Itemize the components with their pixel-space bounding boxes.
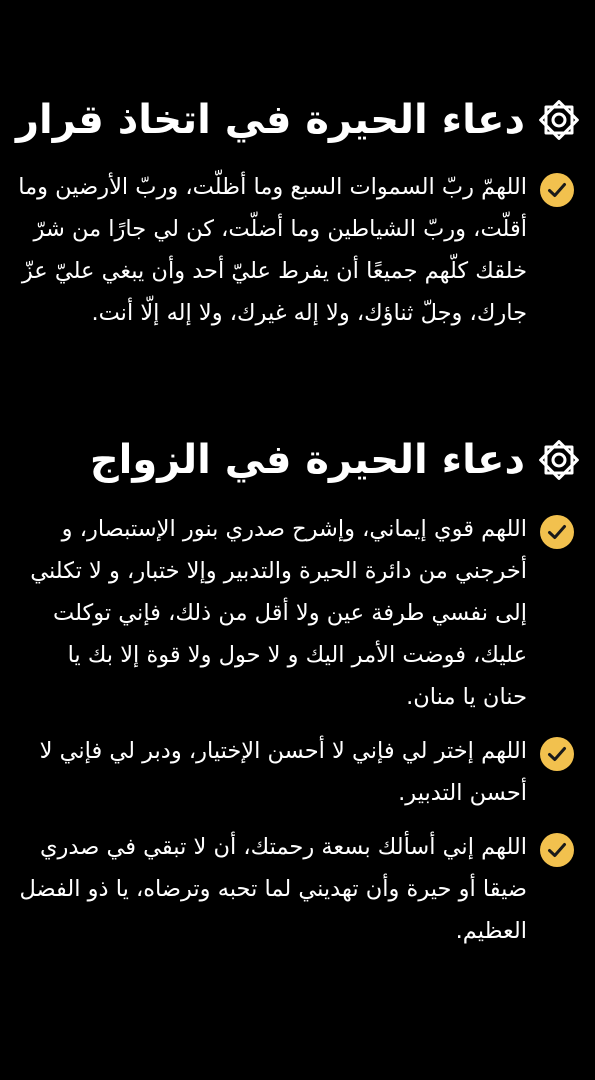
check-circle-icon — [540, 737, 574, 771]
list-item: اللهم إني أسألك بسعة رحمتك، أن لا تبقي ف… — [18, 826, 575, 952]
prayer-text: اللهم إختر لي فإني لا أحسن الإختيار، ودب… — [39, 738, 527, 806]
section-heading: دعاء الحيرة في اتخاذ قرار — [16, 88, 583, 152]
list-item: اللهم قوي إيماني، وإشرح صدري بنور الإستب… — [18, 508, 575, 718]
list-item: اللهم إختر لي فإني لا أحسن الإختيار، ودب… — [18, 730, 575, 814]
prayer-text: اللهم إني أسألك بسعة رحمتك، أن لا تبقي ف… — [19, 834, 527, 944]
section-heading: دعاء الحيرة في الزواج — [90, 428, 583, 492]
check-circle-icon — [540, 173, 574, 207]
check-circle-icon — [540, 515, 574, 549]
section-title: دعاء الحيرة في الزواج — [89, 437, 525, 483]
ornament-star-icon — [539, 100, 579, 140]
check-circle-icon — [540, 833, 574, 867]
prayer-text: اللهمّ ربّ السموات السبع وما أظلّت، وربّ… — [18, 174, 527, 326]
prayer-text: اللهم قوي إيماني، وإشرح صدري بنور الإستب… — [30, 516, 527, 710]
section-title: دعاء الحيرة في اتخاذ قرار — [16, 97, 525, 143]
list-item: اللهمّ ربّ السموات السبع وما أظلّت، وربّ… — [18, 166, 575, 334]
ornament-star-icon — [539, 440, 579, 480]
